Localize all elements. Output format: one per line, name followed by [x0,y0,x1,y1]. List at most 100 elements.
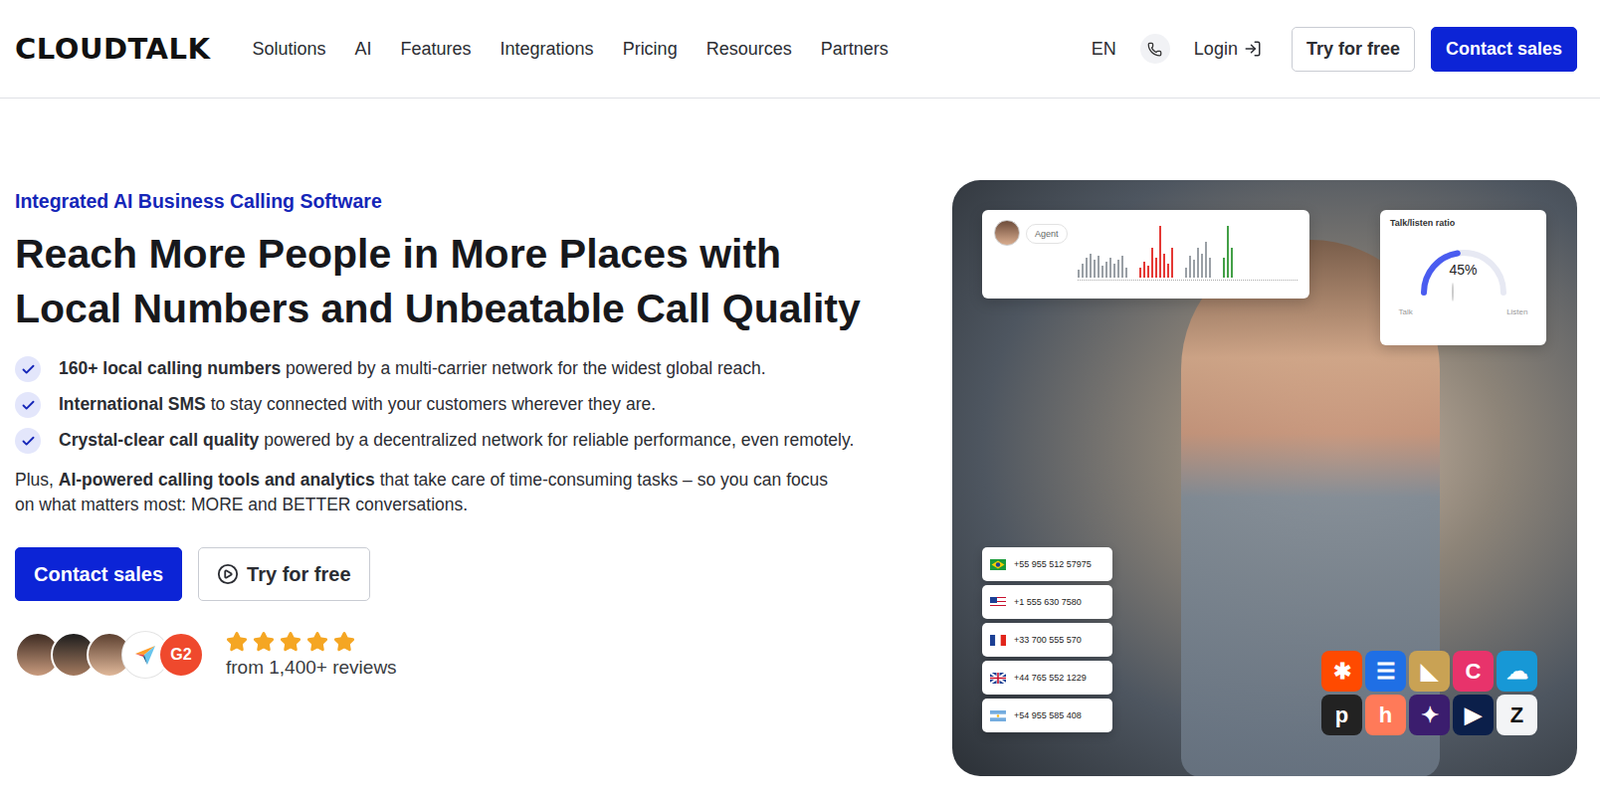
waveform-bar [1139,267,1142,278]
listen-label: Listen [1506,307,1528,317]
star-icon [333,630,356,653]
agent-avatar [994,219,1020,246]
waveform-bar [1143,261,1146,278]
language-select[interactable]: EN [1091,38,1117,60]
waveform-bar [1147,265,1150,278]
feature-item: Crystal-clear call quality powered by a … [14,427,911,454]
star-icon [306,630,329,653]
logo[interactable]: CLOUDTALK [14,31,210,66]
ratio-reading: 45% [1413,261,1514,278]
gb-flag-icon [990,672,1006,684]
waveform-bar [1105,261,1108,278]
nav-item[interactable]: Partners [820,38,889,60]
integration-icon: ✱ [1321,650,1363,692]
phone-button[interactable] [1140,33,1171,64]
waveform-bar [1085,257,1088,278]
phone-number: +1 555 630 7580 [1013,597,1082,607]
nav-menu: Solutions AI Features Integrations Pricing Re… [251,38,1091,60]
nav-item[interactable]: Solutions [251,38,326,60]
number-item: +33 700 555 570 [982,622,1113,657]
number-item: +44 765 552 1229 [982,660,1113,695]
ratio-gauge: 45% [1413,237,1514,308]
integration-icon: ▶ [1452,694,1494,736]
agent-header: Agent [994,219,1068,289]
hero-summary: Plus, AI-powered calling tools and analy… [14,467,831,518]
ratio-card: Talk/listen ratio 45% Talk Listen [1380,209,1547,346]
integration-icon: ☰ [1365,650,1406,692]
waveform-bar [1189,255,1192,278]
phone-number: +44 765 552 1229 [1013,672,1087,683]
number-item: +54 955 585 408 [982,698,1113,733]
check-icon [14,356,41,383]
nav-item[interactable]: Features [400,38,472,60]
br-flag-icon [990,559,1006,571]
number-item: +55 955 512 57975 [982,547,1113,582]
feature-text: International SMS to stay connected with… [58,392,656,418]
waveform-bar [1230,247,1233,278]
agent-card: Agent [982,209,1310,299]
waveform-bar [1171,247,1174,278]
waveform-bar [1159,225,1162,278]
contact-sales-button[interactable]: Contact sales [1430,26,1578,72]
nav-item[interactable]: Pricing [622,38,678,60]
phone-number: +55 955 512 57975 [1013,559,1092,570]
g2-badge: G2 [158,631,204,678]
integration-icon: C [1452,650,1494,692]
rating: G2 from 1,400+ reviews [14,630,911,679]
integration-icon: h [1365,694,1406,736]
integration-icon: p [1321,694,1363,736]
eyebrow: Integrated AI Business Calling Software [14,190,911,213]
hero-visual: Agent Talk/listen ratio 45% Talk Listen +55 9… [952,180,1578,777]
login-icon [1243,39,1262,58]
nav-actions: EN Login Try for free Contact sales [1091,26,1578,72]
waveform-bar [1117,259,1120,278]
nav-item[interactable]: AI [355,38,373,60]
waveform-bar [1151,247,1154,278]
phone-icon [1147,41,1163,57]
phone-number: +33 700 555 570 [1013,634,1082,645]
login-link[interactable]: Login [1194,38,1262,60]
talk-label: Talk [1399,307,1413,317]
contact-sales-button[interactable]: Contact sales [14,547,183,601]
ratio-title: Talk/listen ratio [1390,217,1455,228]
waveform-bar [1093,259,1096,278]
capterra-icon [133,642,158,667]
waveform-bar [1197,247,1200,278]
waveform-bar [1222,257,1225,278]
try-free-button[interactable]: Try for free [198,547,370,601]
waveform-bar [1185,267,1188,278]
waveform-bar [1081,263,1084,278]
stars [225,630,398,653]
rating-summary: from 1,400+ reviews [225,630,398,679]
feature-item: International SMS to stay connected with… [14,392,911,418]
fr-flag-icon [990,634,1006,646]
feature-list: 160+ local calling numbers powered by a … [14,356,911,454]
waveform-bar [1200,253,1203,278]
hero: Integrated AI Business Calling Software R… [0,98,1600,777]
us-flag-icon [990,597,1006,608]
feature-text: 160+ local calling numbers powered by a … [58,356,767,383]
waveform-bar [1077,269,1080,278]
number-item: +1 555 630 7580 [982,585,1113,619]
nav-item[interactable]: Integrations [500,38,595,60]
integration-icon: ◣ [1408,650,1450,692]
star-icon [252,630,275,653]
agent-label: Agent [1025,223,1068,244]
waveform-bar [1204,241,1207,278]
try-free-button[interactable]: Try for free [1291,26,1415,72]
review-count: from 1,400+ reviews [225,656,398,679]
phone-number: +54 955 585 408 [1013,710,1082,721]
hero-content: Integrated AI Business Calling Software R… [14,180,911,777]
waveform-bar [1089,253,1092,278]
waveform-bar [1109,257,1112,278]
integration-icon: ☁ [1496,650,1538,692]
waveform-bar [1208,257,1211,278]
feature-text: Crystal-clear call quality powered by a … [58,427,854,454]
waveform-bar [1155,257,1158,278]
hero-title: Reach More People in More Places with Lo… [14,226,871,337]
star-icon [225,630,248,653]
waveform-bar [1226,225,1229,278]
review-badges: G2 [14,631,204,678]
nav-item[interactable]: Resources [706,38,793,60]
top-nav: CLOUDTALK Solutions AI Features Integrations… [0,0,1600,99]
